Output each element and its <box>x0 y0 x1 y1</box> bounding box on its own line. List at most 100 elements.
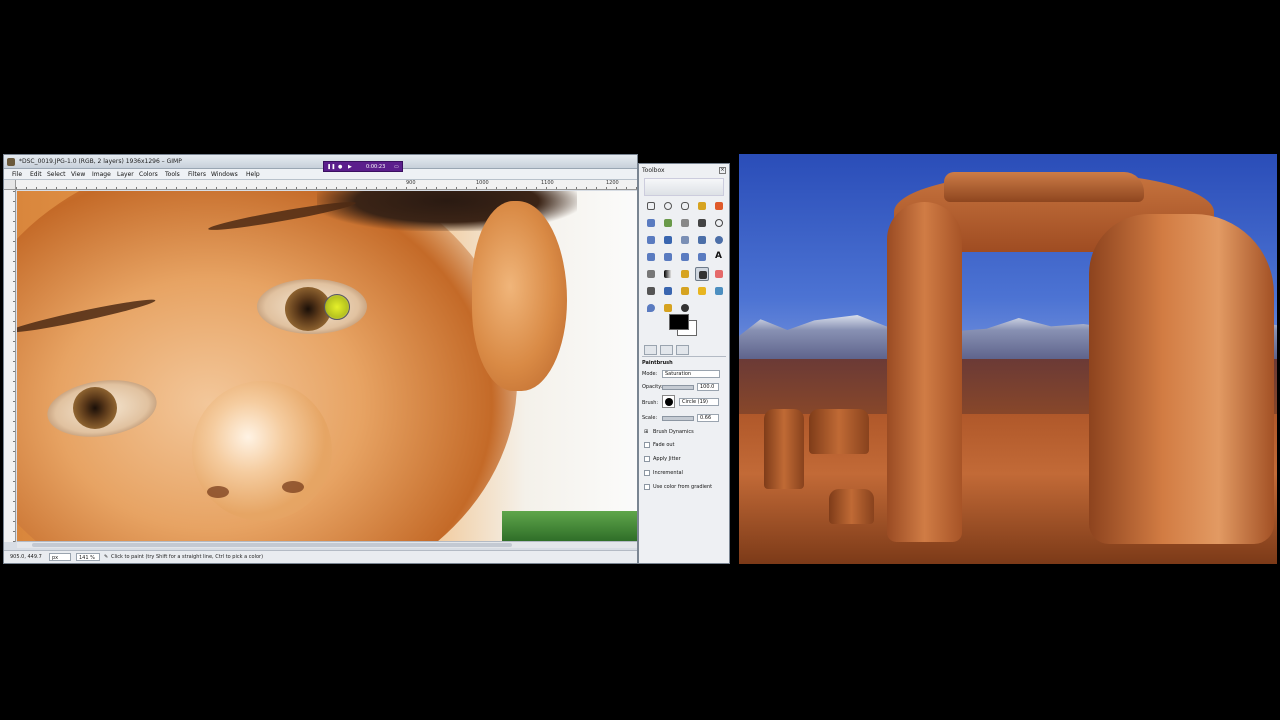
horizontal-ruler[interactable]: 900 1000 1100 1200 <box>16 180 637 190</box>
expander-arrow-icon[interactable]: ⊞ <box>644 429 648 435</box>
brush-name-field[interactable]: Circle (19) <box>679 398 719 406</box>
airbrush-icon[interactable] <box>644 284 658 298</box>
status-hint: Click to paint (try Shift for a straight… <box>111 554 264 560</box>
fg-bg-colors[interactable] <box>669 314 699 338</box>
gimp-image-window: *DSC_0019.JPG-1.0 (RGB, 2 layers) 1936x1… <box>3 154 638 564</box>
bucket-fill-icon[interactable] <box>644 267 658 281</box>
color-picker-icon[interactable] <box>695 216 709 230</box>
close-icon[interactable]: × <box>719 167 726 174</box>
measure-icon[interactable] <box>644 233 658 247</box>
scale-label: Scale: <box>642 415 658 421</box>
blur-icon[interactable] <box>644 301 658 315</box>
fade-out-checkbox[interactable] <box>644 442 650 448</box>
flip-icon[interactable] <box>695 250 709 264</box>
dodge-burn-icon[interactable] <box>678 301 692 315</box>
grass-area <box>502 511 637 541</box>
move-icon[interactable] <box>661 233 675 247</box>
ruler-label: 900 <box>406 180 416 186</box>
image-canvas[interactable] <box>17 191 637 541</box>
rect-select-icon[interactable] <box>644 199 658 213</box>
scale-icon[interactable] <box>644 250 658 264</box>
tab-undo-history[interactable] <box>676 345 689 355</box>
recorder-menu-icon[interactable]: ▭ <box>394 164 399 170</box>
opacity-field[interactable]: 100.0 <box>697 383 719 391</box>
menu-file[interactable]: File <box>12 171 22 178</box>
arch-cap <box>944 172 1144 202</box>
brush-dynamics-expander[interactable]: Brush Dynamics <box>653 429 694 435</box>
tab-device-status[interactable] <box>660 345 673 355</box>
pencil-icon[interactable] <box>678 267 692 281</box>
incremental-label: Incremental <box>653 470 683 476</box>
menu-view[interactable]: View <box>71 171 85 178</box>
perspective-clone-icon[interactable] <box>712 284 726 298</box>
record-icon[interactable]: ● <box>338 164 342 170</box>
menu-layer[interactable]: Layer <box>117 171 134 178</box>
nostril <box>207 486 229 498</box>
menu-edit[interactable]: Edit <box>30 171 42 178</box>
ink-icon[interactable] <box>661 284 675 298</box>
align-icon[interactable] <box>678 233 692 247</box>
vertical-ruler[interactable] <box>4 190 16 542</box>
incremental-checkbox[interactable] <box>644 470 650 476</box>
gimp-app-icon <box>7 158 15 166</box>
mode-select[interactable]: Saturation <box>662 370 720 378</box>
blend-icon[interactable] <box>661 267 675 281</box>
shear-icon[interactable] <box>661 250 675 264</box>
scale-field[interactable]: 0.66 <box>697 414 719 422</box>
dock-tabs <box>642 344 726 357</box>
tab-tool-options[interactable] <box>644 345 657 355</box>
fade-out-label: Fade out <box>653 442 675 448</box>
paint-hint-icon: ✎ <box>104 554 109 560</box>
horizontal-scrollbar[interactable] <box>17 541 637 548</box>
ellipse-select-icon[interactable] <box>661 199 675 213</box>
play-icon[interactable]: ▶ <box>348 164 352 170</box>
menu-windows[interactable]: Windows <box>211 171 238 178</box>
brush-preview[interactable] <box>662 395 675 408</box>
scrollbar-thumb[interactable] <box>32 543 512 547</box>
statusbar: 905.0, 449.7 px 141 % ✎ Click to paint (… <box>4 550 637 563</box>
menu-image[interactable]: Image <box>92 171 111 178</box>
fuzzy-select-icon[interactable] <box>695 199 709 213</box>
apply-jitter-checkbox[interactable] <box>644 456 650 462</box>
menu-filters[interactable]: Filters <box>188 171 206 178</box>
select-by-color-icon[interactable] <box>712 199 726 213</box>
foreground-color[interactable] <box>669 314 689 330</box>
scale-slider[interactable] <box>662 416 694 421</box>
recorder-time: 0:00:23 <box>366 164 386 170</box>
zoom-select[interactable]: 141 % <box>76 553 100 561</box>
menu-help[interactable]: Help <box>246 171 260 178</box>
zoom-icon[interactable] <box>712 216 726 230</box>
ruler-label: 1100 <box>541 180 554 186</box>
free-select-icon[interactable] <box>678 199 692 213</box>
paintbrush-icon[interactable] <box>695 267 709 281</box>
brush-label: Brush: <box>642 400 659 406</box>
unit-select[interactable]: px <box>49 553 71 561</box>
nostril <box>282 481 304 493</box>
apply-jitter-label: Apply Jitter <box>653 456 681 462</box>
heal-icon[interactable] <box>695 284 709 298</box>
scissors-icon[interactable] <box>644 216 658 230</box>
eraser-icon[interactable] <box>712 267 726 281</box>
ruler-corner[interactable] <box>4 180 16 190</box>
arch-landscape-photo <box>739 154 1277 564</box>
menu-colors[interactable]: Colors <box>139 171 158 178</box>
pause-icon[interactable]: ❚❚ <box>327 164 335 170</box>
text-icon[interactable]: A <box>712 250 726 264</box>
opacity-slider[interactable] <box>662 385 694 390</box>
window-titlebar[interactable]: *DSC_0019.JPG-1.0 (RGB, 2 layers) 1936x1… <box>4 155 637 169</box>
toolbox-title: Toolbox <box>642 167 665 174</box>
use-gradient-checkbox[interactable] <box>644 484 650 490</box>
menu-tools[interactable]: Tools <box>165 171 180 178</box>
menubar: File Edit Select View Image Layer Colors… <box>4 169 637 180</box>
screen-recorder-bar[interactable]: ❚❚ ● ▶ 0:00:23 ▭ <box>323 161 403 172</box>
rotate-icon[interactable] <box>712 233 726 247</box>
tool-options-heading: Paintbrush <box>642 360 673 366</box>
crop-icon[interactable] <box>695 233 709 247</box>
iris-left <box>73 387 117 429</box>
menu-select[interactable]: Select <box>47 171 66 178</box>
clone-icon[interactable] <box>678 284 692 298</box>
paths-icon[interactable] <box>678 216 692 230</box>
smudge-icon[interactable] <box>661 301 675 315</box>
perspective-icon[interactable] <box>678 250 692 264</box>
foreground-select-icon[interactable] <box>661 216 675 230</box>
